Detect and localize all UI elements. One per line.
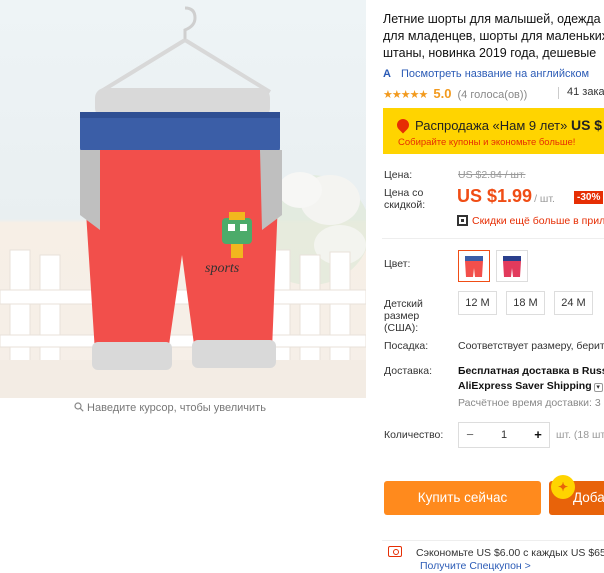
color-swatch-blue-red[interactable]	[496, 250, 528, 282]
size-option-18m[interactable]: 18 M	[506, 291, 545, 315]
rating-divider	[558, 87, 559, 99]
quantity-decrease-button[interactable]: −	[459, 423, 481, 447]
shipping-destination: Бесплатная доставка в Russian	[458, 365, 604, 377]
product-title-line: для младенцев, шорты для маленьких	[383, 29, 604, 43]
discount-price-label: Цена со скидкой:	[384, 187, 426, 211]
coupon-text: Сэкономьте US $6.00 с каждых US $65	[416, 547, 604, 559]
add-to-cart-button[interactable]: ✦ Доба	[549, 475, 604, 515]
sale-banner-name: Распродажа «Нам 9 лет»	[415, 118, 568, 133]
baby-pants-photo: sports	[0, 6, 366, 398]
price-label: Цена:	[384, 169, 413, 181]
rating-stars-icon: ★★★★★	[383, 89, 428, 101]
translate-link[interactable]: A Посмотреть название на английском	[383, 68, 589, 80]
shipping-label: Доставка:	[384, 365, 433, 377]
price-unit: / шт.	[534, 193, 555, 205]
color-swatch-red[interactable]	[458, 250, 490, 282]
sale-banner[interactable]: Распродажа «Нам 9 лет» US $ Собирайте ку…	[383, 108, 604, 154]
size-option-12m[interactable]: 12 M	[458, 291, 497, 315]
rating-votes[interactable]: (4 голоса(ов))	[458, 89, 528, 101]
coupon-icon	[388, 546, 402, 557]
product-title-line: Летние шорты для малышей, одежда	[383, 12, 601, 26]
divider	[382, 238, 604, 239]
app-promo-link[interactable]: Скидки ещё больше в приложении	[457, 215, 604, 227]
price-value: US $1.99	[457, 186, 533, 206]
buy-now-button[interactable]: Купить сейчас	[384, 481, 541, 515]
translate-icon: A	[383, 68, 391, 80]
product-title-line: штаны, новинка 2019 года, дешевые	[383, 46, 597, 60]
product-info-panel: Летние шорты для малышей, одежда для мла…	[382, 0, 604, 573]
current-price: US $1.99/ шт.	[457, 186, 555, 207]
sale-banner-subtitle: Собирайте купоны и экономьте больше!	[398, 137, 576, 148]
qr-code-icon	[457, 215, 468, 226]
product-main-image[interactable]: sports	[0, 0, 366, 398]
discount-badge: -30%	[574, 191, 604, 204]
shipping-value: Бесплатная доставка в Russian	[458, 365, 604, 377]
translate-link-text: Посмотреть название на английском	[401, 68, 590, 80]
fit-label: Посадка:	[384, 340, 429, 352]
quantity-input[interactable]: 1	[481, 423, 527, 447]
color-label: Цвет:	[384, 258, 411, 270]
shipping-method-select[interactable]: AliExpress Saver Shipping ▾	[458, 380, 603, 392]
shipping-method: AliExpress Saver Shipping	[458, 380, 592, 392]
location-pin-icon	[394, 116, 412, 134]
chevron-down-icon: ▾	[593, 383, 603, 392]
shipping-estimate: Расчётное время доставки: 3	[458, 397, 601, 409]
svg-text:sports: sports	[205, 261, 240, 276]
quantity-available: шт. (18 шт.	[556, 429, 604, 441]
sale-banner-currency: US $	[570, 117, 603, 133]
divider	[382, 540, 604, 541]
size-option-24m[interactable]: 24 M	[554, 291, 593, 315]
zoom-hint: Наведите курсор, чтобы увеличить	[0, 402, 340, 415]
zoom-hint-text: Наведите курсор, чтобы увеличить	[87, 402, 266, 414]
size-label: Детский размер (США):	[384, 298, 423, 334]
rating-score: 5.0	[433, 86, 452, 101]
fit-value: Соответствует размеру, берите	[458, 340, 604, 352]
spark-icon: ✦	[551, 475, 575, 499]
old-price: US $2.84 / шт.	[458, 169, 526, 181]
orders-count: 41 заказ	[567, 86, 604, 98]
app-promo-text: Скидки ещё больше в приложении	[472, 215, 604, 227]
get-coupon-link[interactable]: Получите Спецкупон >	[420, 560, 531, 572]
sale-banner-title: Распродажа «Нам 9 лет» US $	[394, 116, 603, 134]
quantity-stepper: − 1 +	[458, 422, 550, 448]
add-to-cart-label: Доба	[573, 490, 604, 505]
magnifier-icon	[74, 402, 84, 415]
quantity-label: Количество:	[384, 429, 444, 441]
coupon-info: Сэкономьте US $6.00 с каждых US $65	[388, 546, 604, 559]
quantity-increase-button[interactable]: +	[527, 423, 549, 447]
product-title: Летние шорты для малышей, одежда для мла…	[383, 11, 604, 62]
rating-row: ★★★★★ 5.0 (4 голоса(ов)) 41 заказ	[383, 86, 604, 101]
